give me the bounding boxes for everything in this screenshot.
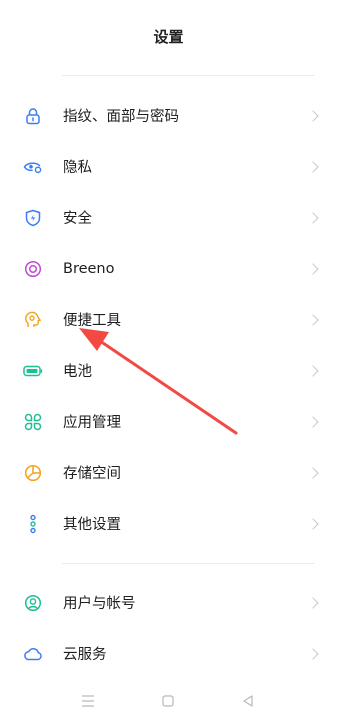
other-settings-icon: [23, 514, 43, 534]
menu-item-breeno[interactable]: Breeno: [0, 243, 337, 294]
chevron-right-icon: [307, 109, 319, 122]
menu-item-storage[interactable]: 存储空间: [0, 447, 337, 498]
chevron-right-icon: [307, 517, 319, 530]
chevron-right-icon: [307, 211, 319, 224]
menu-item-label: 隐私: [63, 160, 92, 176]
breeno-icon: [23, 259, 43, 279]
chevron-right-icon: [307, 313, 319, 326]
menu-item-label: 其他设置: [63, 517, 121, 533]
chevron-right-icon: [307, 262, 319, 275]
chevron-right-icon: [307, 596, 319, 609]
privacy-eye-icon: [23, 157, 43, 177]
menu-item-privacy[interactable]: 隐私: [0, 141, 337, 192]
menu-item-battery[interactable]: 电池: [0, 345, 337, 396]
menu-item-fingerprint-face-password[interactable]: 指纹、面部与密码: [0, 90, 337, 141]
convenience-tools-icon: [23, 310, 43, 330]
chevron-right-icon: [307, 160, 319, 173]
storage-icon: [23, 463, 43, 483]
chevron-right-icon: [307, 647, 319, 660]
menu-item-label: 存储空间: [63, 466, 121, 482]
navigation-bar: [0, 681, 337, 721]
back-icon[interactable]: [238, 693, 258, 709]
divider: [62, 563, 315, 564]
menu-item-label: 电池: [63, 364, 92, 380]
menu-item-label: 云服务: [63, 647, 107, 663]
menu-item-label: 便捷工具: [63, 313, 121, 329]
menu-item-label: 用户与帐号: [63, 596, 136, 612]
divider: [62, 75, 315, 76]
menu-item-label: 应用管理: [63, 415, 121, 431]
menu-item-convenience-tools[interactable]: 便捷工具: [0, 294, 337, 345]
menu-icon[interactable]: [78, 693, 98, 709]
menu-item-label: 指纹、面部与密码: [63, 109, 179, 125]
menu-item-label: Breeno: [63, 260, 115, 277]
app-management-icon: [23, 412, 43, 432]
header: 设置: [0, 0, 337, 74]
page-title: 设置: [153, 27, 184, 46]
menu-item-label: 安全: [63, 211, 92, 227]
menu-item-other-settings[interactable]: 其他设置: [0, 498, 337, 549]
security-shield-icon: [23, 208, 43, 228]
menu-item-cloud-service[interactable]: 云服务: [0, 628, 337, 679]
chevron-right-icon: [307, 415, 319, 428]
lock-icon: [23, 106, 43, 126]
menu-item-user-account[interactable]: 用户与帐号: [0, 577, 337, 628]
cloud-icon: [23, 644, 43, 664]
menu-item-app-management[interactable]: 应用管理: [0, 396, 337, 447]
chevron-right-icon: [307, 364, 319, 377]
user-account-icon: [23, 593, 43, 613]
battery-icon: [23, 361, 43, 381]
chevron-right-icon: [307, 466, 319, 479]
home-icon[interactable]: [158, 693, 178, 709]
menu-item-security[interactable]: 安全: [0, 192, 337, 243]
